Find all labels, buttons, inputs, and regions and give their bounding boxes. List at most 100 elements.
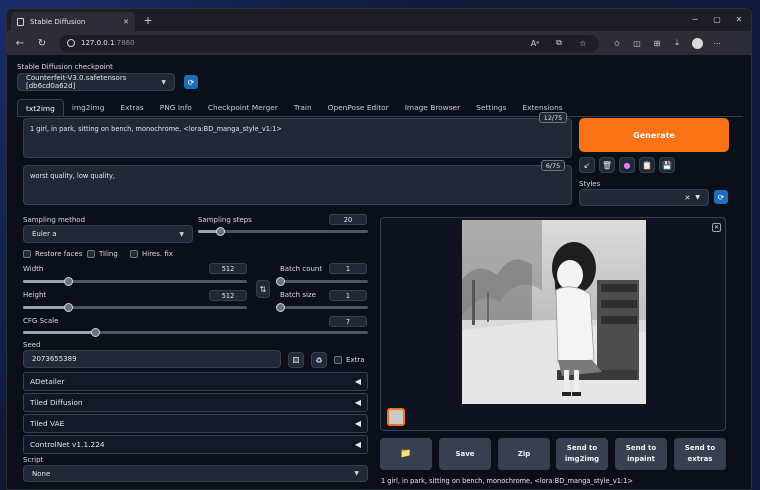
- split-screen-icon[interactable]: ◫: [629, 35, 645, 51]
- cfg-scale-input[interactable]: 7: [329, 316, 367, 327]
- downloads-icon[interactable]: ⤓: [669, 35, 685, 51]
- checkpoint-select[interactable]: Counterfeit-V3.0.safetensors [db6cd0a62d…: [17, 73, 175, 91]
- favorites-icon[interactable]: ✩: [609, 35, 625, 51]
- save-button[interactable]: Save: [439, 438, 491, 470]
- refresh-styles-button[interactable]: ⟳: [714, 190, 728, 204]
- checkpoint-value: Counterfeit-V3.0.safetensors [db6cd0a62d…: [26, 74, 127, 90]
- width-slider[interactable]: [23, 277, 247, 286]
- batch-count-input[interactable]: 1: [329, 263, 367, 274]
- browser-window: Stable Diffusion ✕ + ─ ▢ ✕ ← ↻ 127.0.0.1…: [6, 8, 752, 490]
- send-label-line2: img2img: [564, 455, 600, 463]
- back-icon[interactable]: ←: [11, 34, 29, 52]
- maximize-icon[interactable]: ▢: [707, 12, 727, 26]
- apply-style-button[interactable]: 📋: [639, 157, 655, 173]
- tab-txt2img[interactable]: txt2img: [17, 99, 64, 116]
- show-extra-networks-button[interactable]: ●: [619, 157, 635, 173]
- slider-thumb[interactable]: [63, 303, 73, 312]
- slider-thumb[interactable]: [276, 277, 285, 286]
- height-input[interactable]: 512: [209, 290, 247, 301]
- sampling-method-select[interactable]: Euler a ▼: [23, 225, 193, 243]
- accordion-tiled-vae[interactable]: Tiled VAE ◀: [23, 414, 368, 433]
- extra-seed-label: Extra: [346, 356, 365, 364]
- sampling-method-label: Sampling method: [23, 216, 86, 224]
- cfg-scale-slider[interactable]: [23, 328, 368, 337]
- tab-settings[interactable]: Settings: [468, 99, 514, 116]
- negative-prompt-input[interactable]: worst quality, low quality,: [23, 165, 572, 205]
- more-menu-icon[interactable]: ⋯: [709, 35, 725, 51]
- hires-fix-checkbox[interactable]: [130, 250, 138, 258]
- batch-size-slider[interactable]: [276, 303, 368, 312]
- slider-thumb[interactable]: [276, 303, 285, 312]
- new-tab-button[interactable]: +: [141, 13, 155, 27]
- prompt-input[interactable]: 1 girl, in park, sitting on bench, monoc…: [23, 118, 572, 158]
- tiling-checkbox[interactable]: [87, 250, 95, 258]
- height-slider[interactable]: [23, 303, 247, 312]
- accordion-controlnet[interactable]: ControlNet v1.1.224 ◀: [23, 435, 368, 454]
- sampling-steps-slider[interactable]: [198, 227, 368, 236]
- generated-image[interactable]: [462, 220, 646, 404]
- tab-openpose-editor[interactable]: OpenPose Editor: [320, 99, 397, 116]
- tab-train[interactable]: Train: [286, 99, 320, 116]
- send-label-line2: extras: [687, 455, 713, 463]
- checkpoint-label: Stable Diffusion checkpoint: [17, 63, 113, 71]
- save-style-button[interactable]: 💾: [659, 157, 675, 173]
- close-icon[interactable]: ✕: [729, 12, 749, 26]
- send-to-inpaint-button[interactable]: Send to inpaint: [615, 438, 667, 470]
- clear-prompt-button[interactable]: 🗑: [599, 157, 615, 173]
- send-to-extras-button[interactable]: Send to extras: [674, 438, 726, 470]
- slider-thumb[interactable]: [63, 277, 73, 286]
- gallery-thumbnail[interactable]: [387, 408, 405, 426]
- arrow-icon: ↙: [583, 160, 591, 170]
- accordion-tiled-diffusion[interactable]: Tiled Diffusion ◀: [23, 393, 368, 412]
- batch-count-slider[interactable]: [276, 277, 368, 286]
- read-aloud-icon[interactable]: Aᵃ: [527, 35, 543, 51]
- restore-faces-checkbox[interactable]: [23, 250, 31, 258]
- slider-fill: [23, 280, 68, 283]
- favorite-star-icon[interactable]: ☆: [575, 35, 591, 51]
- seed-input[interactable]: 2073655389: [23, 350, 281, 368]
- tab-img2img[interactable]: img2img: [64, 99, 113, 116]
- styles-select[interactable]: ✕ ▼: [579, 189, 709, 206]
- hires-fix-label: Hires. fix: [142, 250, 173, 258]
- sampling-steps-input[interactable]: 20: [329, 214, 367, 225]
- script-select[interactable]: None ▼: [23, 465, 368, 482]
- slider-thumb[interactable]: [216, 227, 226, 236]
- read-params-button[interactable]: ↙: [579, 157, 595, 173]
- script-value: None: [32, 469, 51, 478]
- profile-icon[interactable]: [689, 35, 705, 51]
- slider-thumb[interactable]: [91, 328, 101, 337]
- send-to-img2img-button[interactable]: Send to img2img: [556, 438, 608, 470]
- accordion-label: Tiled VAE: [30, 419, 65, 428]
- browser-tab[interactable]: Stable Diffusion ✕: [11, 12, 135, 31]
- clear-styles-icon[interactable]: ✕: [685, 194, 691, 202]
- reuse-seed-button[interactable]: ♻: [311, 352, 327, 368]
- close-gallery-icon[interactable]: ✕: [712, 223, 721, 232]
- width-input[interactable]: 512: [209, 263, 247, 274]
- extra-seed-checkbox[interactable]: [334, 356, 342, 364]
- minimize-icon[interactable]: ─: [685, 12, 705, 26]
- extension-icon[interactable]: ⧉: [551, 35, 567, 51]
- collections-icon[interactable]: ⊞: [649, 35, 665, 51]
- url-field[interactable]: 127.0.0.1:7860 Aᵃ ⧉ ☆: [59, 34, 599, 52]
- random-seed-button[interactable]: ⚄: [288, 352, 304, 368]
- tab-image-browser[interactable]: Image Browser: [397, 99, 468, 116]
- generate-button[interactable]: Generate: [579, 118, 729, 152]
- refresh-icon: ⟳: [187, 77, 195, 87]
- prompt-text: 1 girl, in park, sitting on bench, monoc…: [30, 125, 282, 133]
- zip-button[interactable]: Zip: [498, 438, 550, 470]
- trash-icon: 🗑: [601, 160, 613, 170]
- accordion-adetailer[interactable]: ADetailer ◀: [23, 372, 368, 391]
- refresh-checkpoint-button[interactable]: ⟳: [184, 75, 198, 89]
- tab-checkpoint-merger[interactable]: Checkpoint Merger: [200, 99, 286, 116]
- close-tab-icon[interactable]: ✕: [123, 18, 129, 26]
- save-icon: 💾: [662, 160, 672, 170]
- seed-label: Seed: [23, 341, 41, 349]
- main-tabs: txt2img img2img Extras PNG Info Checkpoi…: [17, 99, 743, 117]
- open-folder-button[interactable]: 📁: [380, 438, 432, 470]
- swap-dimensions-button[interactable]: ⇅: [256, 280, 270, 298]
- tab-extras[interactable]: Extras: [112, 99, 151, 116]
- send-label-line1: Send to: [566, 444, 598, 452]
- tab-png-info[interactable]: PNG Info: [152, 99, 200, 116]
- refresh-icon[interactable]: ↻: [33, 34, 51, 52]
- batch-size-input[interactable]: 1: [329, 290, 367, 301]
